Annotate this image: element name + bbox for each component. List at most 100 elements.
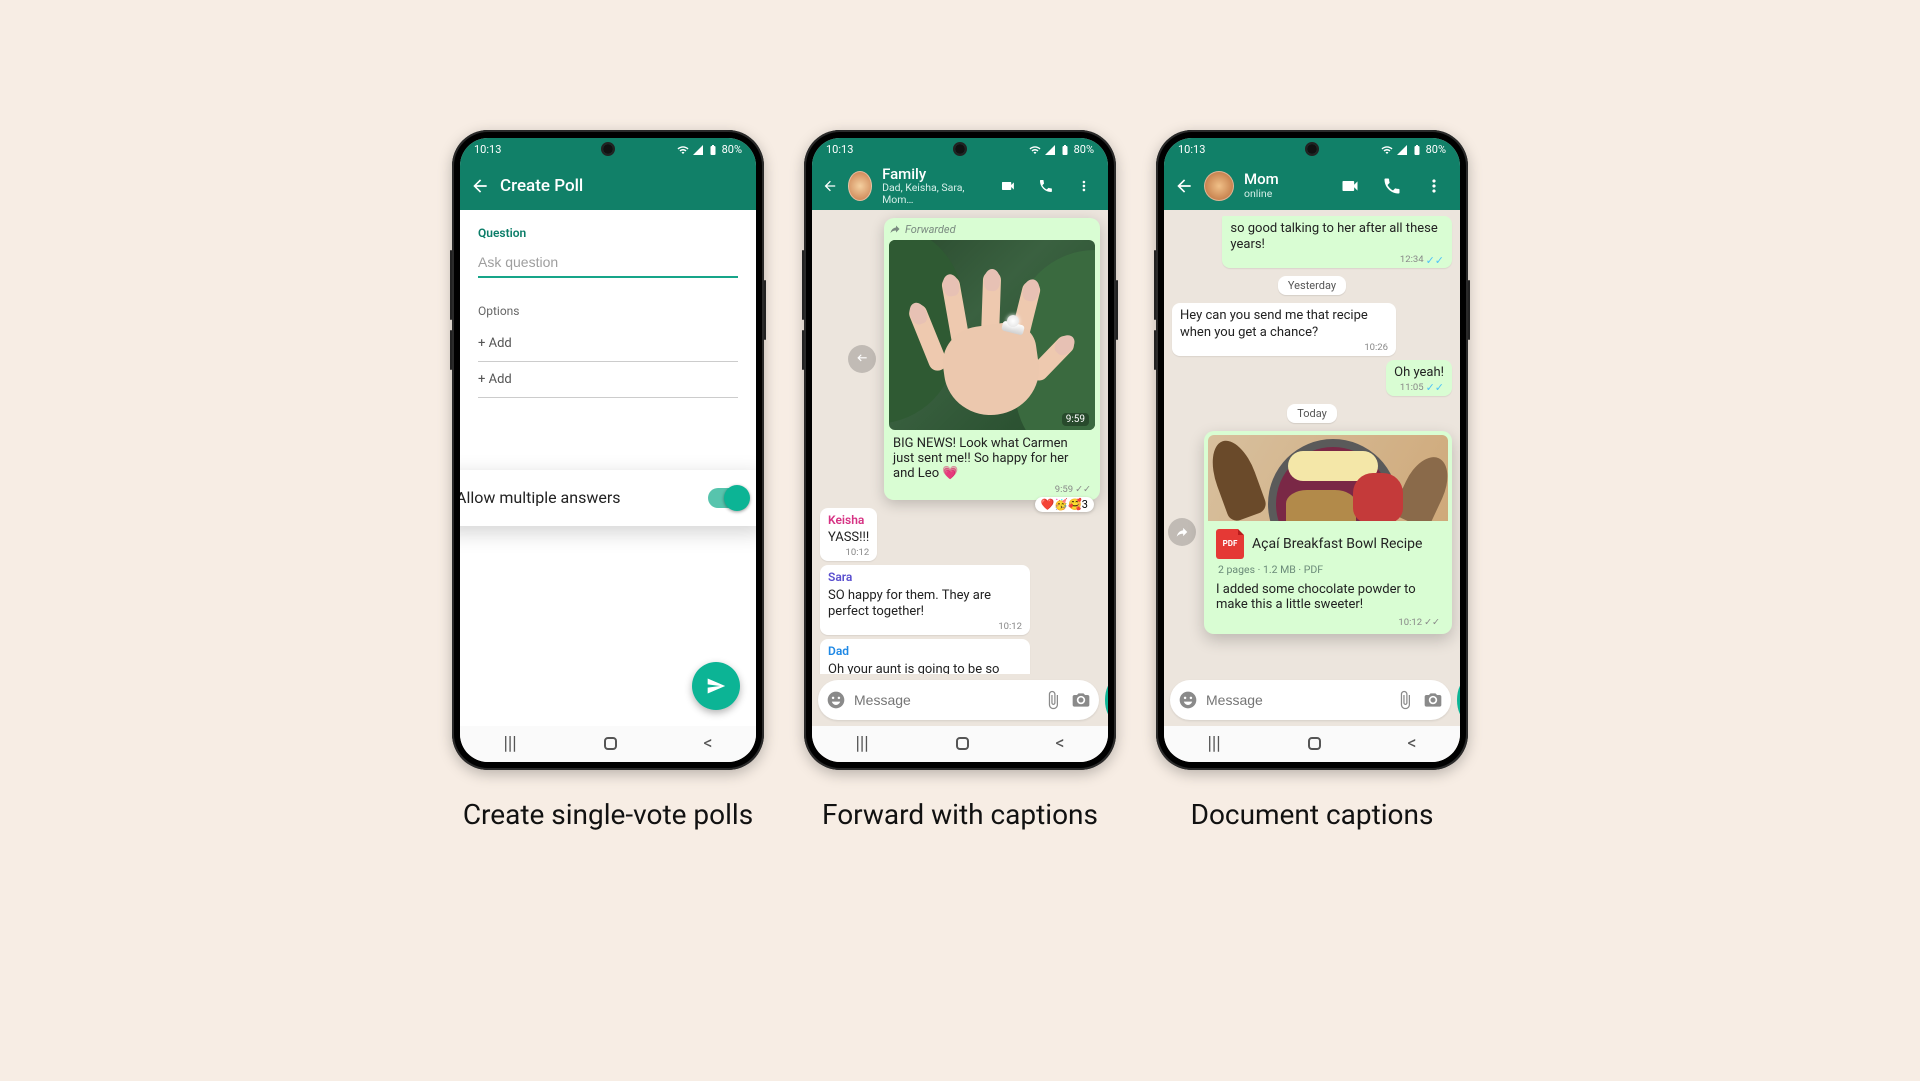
reactions-badge[interactable]: ❤️🥳🥰3 [1035,497,1094,512]
send-button[interactable] [692,662,740,710]
message-input[interactable] [1206,692,1387,708]
forward-button[interactable] [1168,518,1196,546]
group-avatar[interactable] [848,171,872,201]
recents-icon[interactable]: ||| [503,733,516,754]
camera-dot [955,144,965,154]
document-meta: 2 pages · 1.2 MB · PDF [1208,563,1448,580]
chat-appbar: Family Dad, Keisha, Sara, Mom… [812,162,1108,210]
msg-dad[interactable]: Dad Oh your aunt is going to be so happy… [820,639,1030,673]
back-icon[interactable] [470,176,490,196]
android-navbar: ||| < [812,726,1108,762]
options-label: Options [478,304,738,318]
msg-out-1[interactable]: so good talking to her after all these y… [1222,216,1452,269]
forward-button[interactable] [848,345,876,373]
recents-icon[interactable]: ||| [1207,733,1220,754]
document-title: Açaí Breakfast Bowl Recipe [1252,536,1422,552]
chat-name: Family [882,166,974,183]
volume-button-2 [1154,330,1156,370]
mic-button[interactable] [1457,680,1460,720]
message-input[interactable] [854,692,1035,708]
mic-icon [1105,690,1108,710]
add-option-2[interactable]: + Add [478,362,738,398]
forward-arrow-icon [1175,525,1189,539]
attach-icon[interactable] [1043,690,1063,710]
emoji-icon[interactable] [1178,690,1198,710]
compose-bar [812,674,1108,726]
forwarded-message[interactable]: Forwarded [884,218,1100,500]
add-option-1[interactable]: + Add [478,326,738,362]
back-icon[interactable] [1174,176,1194,196]
allow-multiple-card[interactable]: Allow multiple answers [460,470,756,526]
read-ticks-icon: ✓✓ [1426,255,1444,266]
mic-button[interactable] [1105,680,1108,720]
appbar-title: Create Poll [500,176,583,196]
back-nav-icon[interactable]: < [1055,733,1064,754]
forwarded-image[interactable]: 9:59 [889,240,1095,430]
read-ticks-icon: ✓✓ [1424,617,1440,628]
compose-field[interactable] [1170,680,1451,720]
home-icon[interactable] [1308,737,1321,750]
chat-body[interactable]: Forwarded [812,210,1108,674]
more-icon[interactable] [1076,176,1092,196]
chat-header-text[interactable]: Mom online [1244,171,1279,199]
battery-icon [1059,144,1071,156]
back-nav-icon[interactable]: < [703,733,712,754]
mic-icon [1457,690,1460,710]
app-bar: Create Poll [460,162,756,210]
document-message[interactable]: PDF Açaí Breakfast Bowl Recipe 2 pages ·… [1204,431,1452,634]
battery-percent: 80% [722,143,742,156]
power-button [764,280,766,340]
video-call-icon[interactable] [1340,176,1360,196]
chat-appbar: Mom online [1164,162,1460,210]
status-icons: 80% [1029,143,1094,156]
volume-button-2 [802,330,804,370]
compose-field[interactable] [818,680,1099,720]
battery-percent: 80% [1426,143,1446,156]
home-icon[interactable] [956,737,969,750]
chat-body[interactable]: so good talking to her after all these y… [1164,210,1460,674]
power-button [1468,280,1470,340]
chat-header-text[interactable]: Family Dad, Keisha, Sara, Mom… [882,166,974,206]
status-time: 10:13 [474,143,501,156]
more-icon[interactable] [1424,176,1444,196]
home-icon[interactable] [604,737,617,750]
power-button [1116,280,1118,340]
volume-button-2 [450,330,452,370]
camera-icon[interactable] [1423,690,1443,710]
back-nav-icon[interactable]: < [1407,733,1416,754]
status-icons: 80% [677,143,742,156]
msg-in-1[interactable]: Hey can you send me that recipe when you… [1172,303,1396,356]
status-time: 10:13 [826,143,853,156]
question-input[interactable] [478,250,738,278]
chat-name: Mom [1244,171,1279,188]
volume-button [1154,250,1156,320]
volume-button [450,250,452,320]
send-icon [706,676,726,696]
attach-icon[interactable] [1395,690,1415,710]
msg-out-2[interactable]: Oh yeah! 11:05✓✓ [1386,360,1452,396]
document-preview [1208,435,1448,521]
phone-frame-doc: 10:13 80% Mom online [1156,130,1468,770]
msg-sara[interactable]: Sara SO happy for them. They are perfect… [820,565,1030,635]
android-navbar: ||| < [1164,726,1460,762]
caption-3: Document captions [1191,798,1434,831]
toggle-switch[interactable] [708,488,748,508]
wifi-icon [1381,144,1393,156]
battery-icon [707,144,719,156]
signal-icon [1396,144,1408,156]
back-icon[interactable] [822,176,838,196]
media-timestamp: 9:59 [1062,413,1089,426]
emoji-icon[interactable] [826,690,846,710]
compose-bar [1164,674,1460,726]
voice-call-icon[interactable] [1038,176,1054,196]
video-call-icon[interactable] [1000,176,1016,196]
camera-icon[interactable] [1071,690,1091,710]
volume-button [802,250,804,320]
battery-icon [1411,144,1423,156]
android-navbar: ||| < [460,726,756,762]
voice-call-icon[interactable] [1382,176,1402,196]
recents-icon[interactable]: ||| [855,733,868,754]
phone-frame-poll: 10:13 80% Create Poll Question [452,130,764,770]
msg-keisha[interactable]: Keisha YASS!!! 10:12 [820,508,877,561]
contact-avatar[interactable] [1204,171,1234,201]
